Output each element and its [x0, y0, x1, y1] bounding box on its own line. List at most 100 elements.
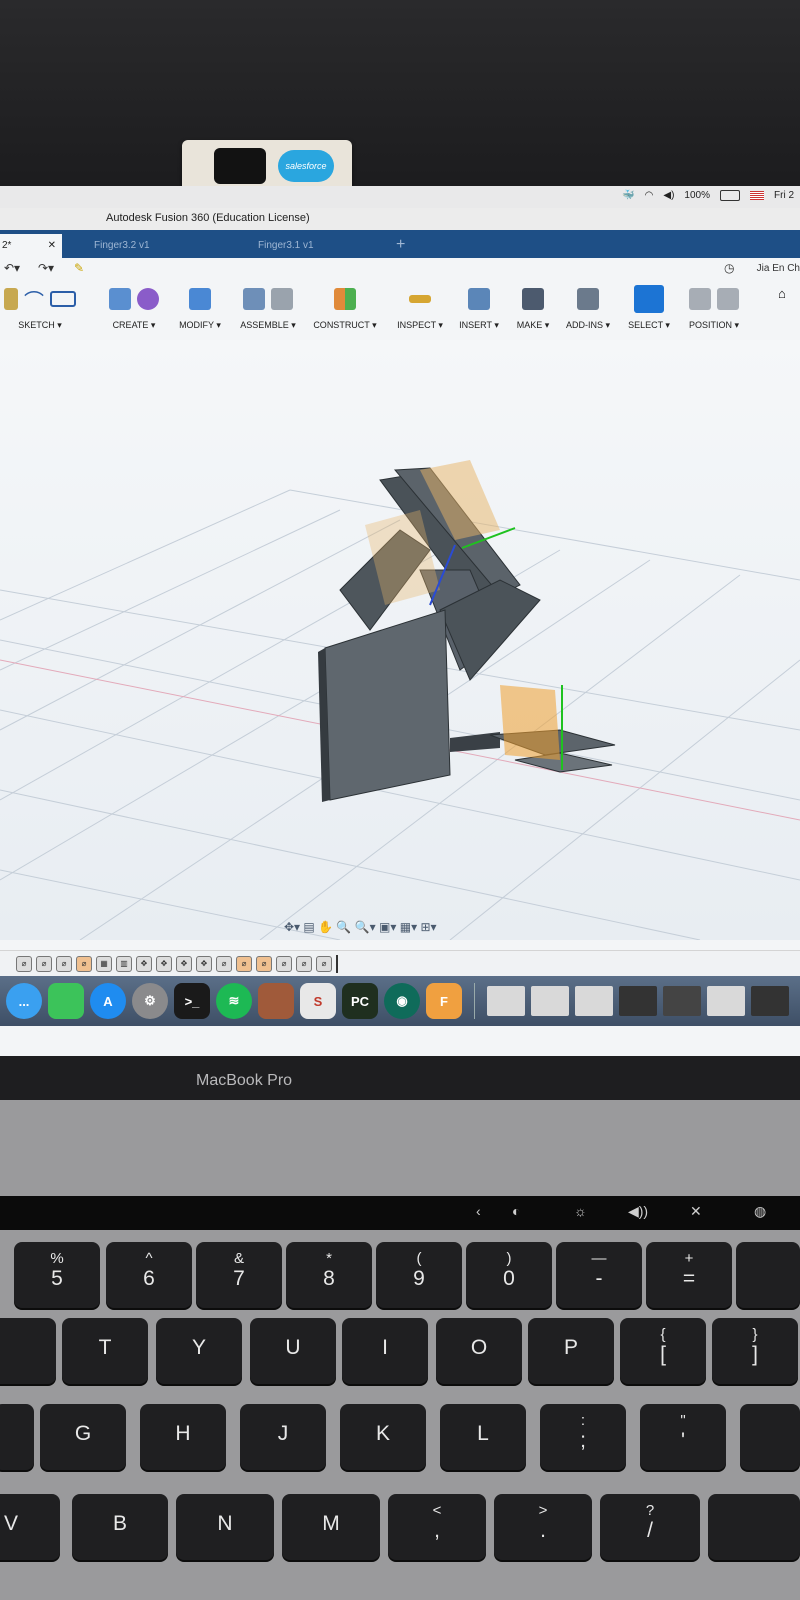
- toolbar-assemble[interactable]: ASSEMBLE ▾: [234, 284, 302, 338]
- redo-icon[interactable]: ↷▾: [38, 261, 54, 275]
- 3d-viewport[interactable]: [0, 340, 800, 941]
- key-right-shift[interactable]: [708, 1494, 800, 1560]
- window-thumbnail[interactable]: [707, 986, 745, 1016]
- user-account[interactable]: Jia En Ch: [757, 263, 800, 274]
- timeline-step-icon[interactable]: ⌀: [276, 955, 292, 972]
- home-view-icon[interactable]: ⌂: [778, 286, 786, 301]
- touchbar-siri-icon[interactable]: ◍: [754, 1203, 766, 1220]
- fusion360-icon[interactable]: F: [426, 983, 462, 1019]
- window-thumbnail[interactable]: [751, 986, 789, 1016]
- key-h[interactable]: H: [140, 1404, 226, 1470]
- settings-icon[interactable]: ⚙: [132, 983, 168, 1019]
- viewports-icon[interactable]: ⊞▾: [420, 920, 436, 934]
- timeline-marker[interactable]: [336, 954, 338, 973]
- timeline-step-icon[interactable]: ⌀: [56, 955, 72, 972]
- key-period[interactable]: >.: [494, 1494, 592, 1560]
- pycharm-icon[interactable]: PC: [342, 983, 378, 1019]
- toolbar-modify[interactable]: MODIFY ▾: [172, 284, 228, 338]
- slack-icon[interactable]: S: [300, 983, 336, 1019]
- model-canvas[interactable]: [0, 340, 800, 941]
- touchbar-brightness-down-icon[interactable]: ◐: [512, 1203, 520, 1219]
- key-n[interactable]: N: [176, 1494, 274, 1560]
- key-semicolon[interactable]: :;: [540, 1404, 626, 1470]
- timeline-joint-icon[interactable]: ✥: [196, 955, 212, 972]
- window-thumbnail[interactable]: [619, 986, 657, 1016]
- toolbar-position[interactable]: POSITION ▾: [680, 284, 748, 338]
- timeline-step-icon[interactable]: ⌀: [316, 955, 332, 972]
- key-p[interactable]: P: [528, 1318, 614, 1384]
- app-store-icon[interactable]: A: [90, 983, 126, 1019]
- tab-finger3-1[interactable]: Finger3.1 v1: [238, 234, 408, 258]
- job-status-icon[interactable]: ◷: [724, 261, 734, 275]
- key-return[interactable]: [740, 1404, 800, 1470]
- touchbar-mute-icon[interactable]: ✕: [690, 1203, 702, 1220]
- save-icon[interactable]: ✎: [74, 261, 84, 275]
- toolbar-sketch[interactable]: ⌒ SKETCH ▾: [0, 284, 80, 338]
- touchbar-volume-icon[interactable]: ◀)): [628, 1203, 648, 1220]
- touchbar-collapse-icon[interactable]: ‹: [476, 1203, 481, 1219]
- key-minus[interactable]: — -: [556, 1242, 642, 1308]
- toolbar-inspect[interactable]: INSPECT ▾: [392, 284, 448, 338]
- wifi-icon[interactable]: ◠: [645, 190, 654, 201]
- key-0[interactable]: ) 0: [466, 1242, 552, 1308]
- timeline-joint-icon[interactable]: ✥: [156, 955, 172, 972]
- grid-settings-icon[interactable]: ▦▾: [400, 920, 417, 934]
- timeline-step-icon[interactable]: ⌀: [36, 955, 52, 972]
- toolbar-select[interactable]: SELECT ▾: [626, 284, 672, 338]
- document-thumbnail[interactable]: [575, 986, 613, 1016]
- tab-active-document[interactable]: 2* ✕: [0, 234, 62, 258]
- key-quote[interactable]: " ': [640, 1404, 726, 1470]
- toolbar-construct[interactable]: CONSTRUCT ▾: [308, 284, 382, 338]
- timeline-step-icon[interactable]: ⌀: [256, 955, 272, 972]
- timeline-step-icon[interactable]: ▥: [116, 955, 132, 972]
- orbit-icon[interactable]: ✥▾: [284, 920, 300, 934]
- fit-icon[interactable]: 🔍▾: [355, 920, 376, 934]
- timeline-joint-icon[interactable]: ✥: [176, 955, 192, 972]
- key-k[interactable]: K: [340, 1404, 426, 1470]
- timeline-joint-icon[interactable]: ✥: [136, 955, 152, 972]
- key-l[interactable]: L: [440, 1404, 526, 1470]
- gitkraken-icon[interactable]: ◉: [384, 983, 420, 1019]
- key-g[interactable]: G: [40, 1404, 126, 1470]
- terminal-icon[interactable]: >_: [174, 983, 210, 1019]
- key-6[interactable]: ^ 6: [106, 1242, 192, 1308]
- key-r[interactable]: [0, 1318, 56, 1384]
- pan-icon[interactable]: ✋: [318, 920, 333, 934]
- key-v[interactable]: V: [0, 1494, 60, 1560]
- toolbar-create[interactable]: CREATE ▾: [98, 284, 170, 338]
- key-7[interactable]: & 7: [196, 1242, 282, 1308]
- timeline-step-icon[interactable]: ▦: [96, 955, 112, 972]
- key-5[interactable]: % 5: [14, 1242, 100, 1308]
- key-j[interactable]: J: [240, 1404, 326, 1470]
- key-equals[interactable]: + =: [646, 1242, 732, 1308]
- document-thumbnail[interactable]: [531, 986, 569, 1016]
- key-m[interactable]: M: [282, 1494, 380, 1560]
- facetime-icon[interactable]: [48, 983, 84, 1019]
- key-b[interactable]: B: [72, 1494, 168, 1560]
- look-at-icon[interactable]: ▤: [303, 920, 314, 934]
- key-delete[interactable]: [736, 1242, 800, 1308]
- touchbar-brightness-icon[interactable]: ☼: [574, 1203, 587, 1219]
- window-thumbnail[interactable]: [663, 986, 701, 1016]
- volume-icon[interactable]: ◀): [663, 190, 674, 201]
- finger-assembly[interactable]: [318, 460, 616, 802]
- key-8[interactable]: * 8: [286, 1242, 372, 1308]
- battery-icon[interactable]: [720, 190, 740, 201]
- key-y[interactable]: Y: [156, 1318, 242, 1384]
- key-comma[interactable]: <,: [388, 1494, 486, 1560]
- key-o[interactable]: O: [436, 1318, 522, 1384]
- key-i[interactable]: I: [342, 1318, 428, 1384]
- key-t[interactable]: T: [62, 1318, 148, 1384]
- toolbar-make[interactable]: MAKE ▾: [510, 284, 556, 338]
- toolbar-insert[interactable]: INSERT ▾: [452, 284, 506, 338]
- key-9[interactable]: (9: [376, 1242, 462, 1308]
- timeline-step-icon[interactable]: ⌀: [76, 955, 92, 972]
- flag-icon[interactable]: [750, 191, 764, 200]
- new-tab-button[interactable]: +: [396, 234, 405, 256]
- numbers-icon[interactable]: [258, 983, 294, 1019]
- timeline-step-icon[interactable]: ⌀: [296, 955, 312, 972]
- menubar-clock[interactable]: Fri 2: [774, 190, 794, 201]
- key-slash[interactable]: ? /: [600, 1494, 700, 1560]
- tab-finger3-2[interactable]: Finger3.2 v1: [76, 234, 244, 258]
- timeline-step-icon[interactable]: ⌀: [16, 955, 32, 972]
